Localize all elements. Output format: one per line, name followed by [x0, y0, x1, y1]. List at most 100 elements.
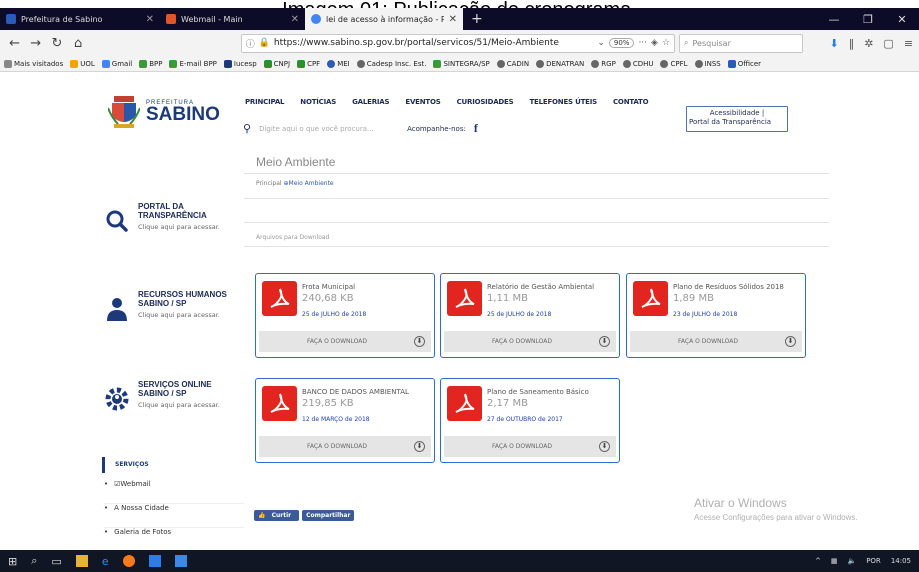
bookmark-item[interactable]: UOL [70, 59, 95, 68]
search-icon [106, 210, 128, 232]
menu-icon[interactable]: ≡ [904, 37, 913, 50]
firefox-icon[interactable] [122, 555, 135, 567]
volume-icon[interactable]: 🔈 [847, 557, 856, 565]
file-explorer-icon[interactable] [75, 555, 88, 567]
app-icon[interactable] [174, 555, 187, 567]
close-tab-icon[interactable]: ✕ [146, 14, 154, 25]
tab-title: Prefeitura de Sabino [21, 14, 103, 24]
address-bar[interactable]: ⓘ 🔒 https://www.sabino.sp.gov.br/portal/… [240, 33, 676, 53]
download-button[interactable]: FAÇA O DOWNLOAD ⬇ [259, 436, 431, 457]
windows-start-icon[interactable]: ⊞ [8, 555, 17, 568]
info-icon[interactable]: ⓘ [246, 37, 255, 50]
restore-icon[interactable]: ❐ [851, 13, 885, 26]
close-tab-icon[interactable]: ✕ [449, 14, 457, 25]
store-icon[interactable] [148, 555, 161, 567]
bookmark-item[interactable]: CPFL [660, 59, 688, 68]
bookmark-item[interactable]: CPF [297, 59, 320, 68]
breadcrumb-home[interactable]: Principal [256, 180, 282, 187]
new-tab-button[interactable]: + [463, 8, 491, 30]
bookmark-star-icon[interactable]: ☆ [662, 38, 670, 48]
like-button[interactable]: 👍 Curtir [254, 510, 300, 521]
file-name: Plano de Resíduos Sólidos 2018 [673, 283, 784, 291]
download-button[interactable]: FAÇA O DOWNLOAD ⬇ [444, 436, 616, 457]
search-icon[interactable]: ⌕ [31, 554, 37, 568]
download-icon[interactable]: ⬇ [414, 441, 425, 452]
bookmark-item[interactable]: Iucesp [223, 59, 257, 68]
search-placeholder: Pesquisar [692, 38, 731, 48]
bookmark-item[interactable]: INSS [694, 59, 721, 68]
task-view-icon[interactable]: ▭ [51, 555, 61, 568]
back-icon[interactable]: ← [6, 36, 23, 51]
zoom-level[interactable]: 90% [608, 38, 635, 48]
bookmark-item[interactable]: CNPJ [263, 59, 290, 68]
sidebar-icon[interactable]: ▢ [883, 37, 893, 50]
download-icon[interactable]: ⬇ [829, 37, 838, 50]
file-card: Plano de Resíduos Sólidos 2018 1,89 MB 2… [626, 273, 806, 358]
bookmark-item[interactable]: CDHU [622, 59, 653, 68]
menu-item-galerias[interactable]: GALERIAS [352, 98, 389, 106]
download-icon[interactable]: ⬇ [599, 336, 610, 347]
facebook-icon[interactable]: f [474, 121, 478, 136]
bookmark-item[interactable]: DENATRAN [536, 59, 584, 68]
download-icon[interactable]: ⬇ [785, 336, 796, 347]
clock[interactable]: 14:05 [891, 557, 911, 565]
menu-item-eventos[interactable]: EVENTOS [405, 98, 440, 106]
sidebar-card-transparencia[interactable]: PORTAL DA TRANSPARÊNCIA Clique aqui para… [104, 202, 220, 234]
more-icon[interactable]: ··· [638, 38, 647, 48]
menu-item-noticias[interactable]: NOTÍCIAS [300, 98, 336, 106]
download-button[interactable]: FAÇA O DOWNLOAD ⬇ [444, 331, 616, 352]
close-tab-icon[interactable]: ✕ [291, 14, 299, 25]
tab-lei-acesso[interactable]: lei de acesso à informação - Pe ✕ [305, 8, 463, 30]
breadcrumb-current[interactable]: ⊕Meio Ambiente [284, 180, 334, 187]
pocket-icon[interactable]: ◈ [651, 38, 658, 48]
language-indicator[interactable]: POR [866, 557, 881, 565]
dropdown-icon[interactable]: ⌄ [597, 38, 605, 48]
download-icon[interactable]: ⬇ [414, 336, 425, 347]
menu-item-telefones[interactable]: TELEFONES ÚTEIS [529, 98, 597, 106]
sidebar-card-servicos[interactable]: SERVIÇOS ONLINE SABINO / SP Clique aqui … [104, 380, 220, 412]
network-icon[interactable]: ▦ [831, 557, 838, 565]
lock-icon: 🔒 [258, 38, 270, 48]
bookmark-item[interactable]: Cadesp Insc. Est. [356, 59, 426, 68]
transparency-link[interactable]: Portal da Transparência [689, 118, 771, 126]
library-icon[interactable]: ‖ [849, 37, 855, 50]
minimize-icon[interactable]: — [817, 13, 851, 26]
file-date: 23 de JULHO de 2018 [673, 311, 738, 318]
tray-chevron-icon[interactable]: ^ [815, 557, 821, 565]
menu-item-principal[interactable]: PRINCIPAL [245, 98, 284, 106]
bookmark-item[interactable]: RGP [591, 59, 616, 68]
tab-webmail[interactable]: Webmail - Main ✕ [160, 8, 305, 30]
home-icon[interactable]: ⌂ [70, 36, 87, 51]
bookmark-item[interactable]: Gmail [101, 59, 132, 68]
forward-icon[interactable]: → [27, 36, 44, 51]
reload-icon[interactable]: ↻ [48, 36, 65, 51]
tab-title: Webmail - Main [181, 14, 243, 24]
menu-item-curiosidades[interactable]: CURIOSIDADES [457, 98, 514, 106]
site-search-input[interactable]: Digite aqui o que você procura... [259, 125, 399, 133]
service-item-cidade[interactable]: A Nossa Cidade [104, 504, 244, 528]
bookmark-item[interactable]: MEI [327, 59, 350, 68]
browser-tab-bar: Prefeitura de Sabino ✕ Webmail - Main ✕ … [0, 8, 919, 30]
menu-item-contato[interactable]: CONTATO [613, 98, 649, 106]
download-icon[interactable]: ⬇ [599, 441, 610, 452]
search-input[interactable]: ⌕ Pesquisar [679, 33, 804, 53]
site-logo[interactable]: PREFEITURA SABINO [108, 94, 220, 130]
download-button[interactable]: FAÇA O DOWNLOAD ⬇ [259, 331, 431, 352]
accessibility-link[interactable]: Acessibilidade | [689, 109, 785, 118]
bookmark-item[interactable]: SINTEGRA/SP [433, 59, 490, 68]
edge-icon[interactable]: e [102, 555, 109, 568]
bookmark-item[interactable]: CADIN [496, 59, 529, 68]
share-button[interactable]: Compartilhar [302, 510, 355, 521]
bookmark-item[interactable]: Mais visitados [4, 59, 63, 68]
extension-icon[interactable]: ✲ [864, 37, 873, 50]
search-icon[interactable]: ⚲ [243, 122, 251, 135]
sidebar-card-rh[interactable]: RECURSOS HUMANOS SABINO / SP Clique aqui… [104, 290, 227, 322]
service-item-webmail[interactable]: ☑Webmail [104, 480, 244, 504]
service-item-galeria[interactable]: Galeria de Fotos [104, 528, 244, 550]
tab-prefeitura[interactable]: Prefeitura de Sabino ✕ [0, 8, 160, 30]
close-window-icon[interactable]: ✕ [885, 13, 919, 26]
bookmark-item[interactable]: E-mail BPP [169, 59, 217, 68]
bookmark-item[interactable]: Officer [727, 59, 761, 68]
download-button[interactable]: FAÇA O DOWNLOAD ⬇ [630, 331, 802, 352]
bookmark-item[interactable]: BPP [139, 59, 162, 68]
